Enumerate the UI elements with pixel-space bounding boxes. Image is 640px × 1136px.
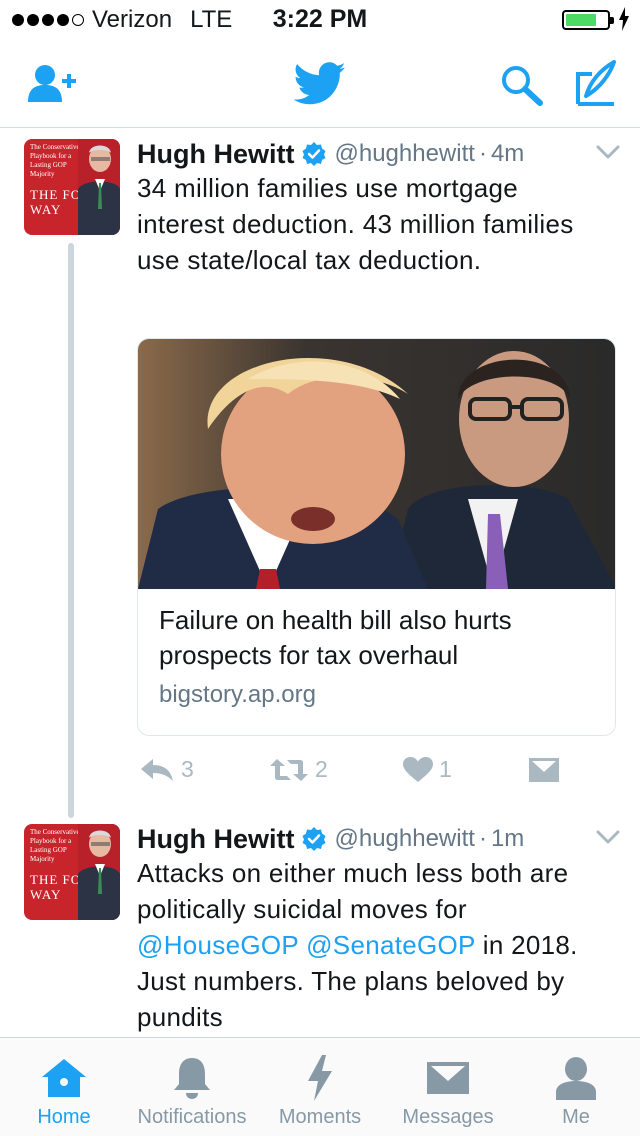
bottom-tab-bar: Home Notifications Moments Messages Me (0, 1037, 640, 1136)
thread-line (68, 243, 74, 818)
tab-label: Messages (402, 1106, 494, 1128)
tweet-timestamp[interactable]: 4m (491, 140, 524, 168)
tab-me[interactable]: Me (540, 1038, 612, 1136)
author-handle[interactable]: @hughhewitt (334, 825, 474, 853)
retweet-count: 2 (315, 756, 328, 782)
tweet-actions: 3 2 1 (137, 756, 617, 796)
retweet-icon (270, 758, 308, 781)
like-button[interactable]: 1 (403, 756, 452, 783)
reply-count: 3 (181, 756, 194, 782)
add-user-icon[interactable] (28, 64, 78, 104)
profile-icon (556, 1057, 596, 1100)
tweet[interactable]: The Conservative Playbook for a Lasting … (0, 813, 640, 1037)
home-icon (42, 1059, 86, 1097)
retweet-button[interactable]: 2 (269, 756, 328, 783)
tab-label: Home (37, 1106, 91, 1128)
search-icon[interactable] (500, 64, 544, 106)
author-photo (78, 139, 120, 235)
tweet-timestamp[interactable]: 1m (491, 825, 524, 853)
status-bar: Verizon LTE 3:22 PM (0, 0, 640, 40)
verified-badge-icon (302, 827, 326, 851)
tweet-text-part: Attacks on either much less both are pol… (137, 858, 569, 924)
tab-notifications[interactable]: Notifications (128, 1038, 256, 1136)
status-time: 3:22 PM (272, 5, 368, 33)
charging-bolt-icon (619, 7, 629, 31)
direct-message-button[interactable] (529, 758, 565, 782)
card-title: Failure on health bill also hurts prospe… (159, 605, 512, 670)
card-domain: bigstory.ap.org (159, 681, 316, 708)
author-name[interactable]: Hugh Hewitt (137, 824, 294, 855)
tweet-header: Hugh Hewitt @hughhewitt · 1m (137, 821, 620, 857)
tab-label: Moments (278, 1106, 362, 1128)
card-image (138, 339, 615, 589)
avatar[interactable]: The Conservative Playbook for a Lasting … (24, 139, 120, 235)
tweet-text: 34 million families use mortgage interes… (137, 173, 574, 275)
verified-badge-icon (302, 142, 326, 166)
twitter-bird-icon[interactable] (293, 62, 347, 106)
lightning-icon (308, 1055, 332, 1101)
mention-link[interactable]: @HouseGOP (137, 930, 299, 960)
separator-dot: · (478, 825, 487, 852)
compose-icon[interactable] (574, 60, 618, 106)
chevron-down-icon[interactable] (596, 144, 620, 160)
envelope-icon (427, 1062, 469, 1094)
link-card[interactable]: Failure on health bill also hurts prospe… (137, 338, 616, 736)
tweet[interactable]: The Conservative Playbook for a Lasting … (0, 128, 640, 818)
tab-label: Notifications (137, 1106, 247, 1128)
author-photo (78, 824, 120, 920)
separator-dot: · (478, 140, 487, 167)
tab-home[interactable]: Home (22, 1038, 106, 1136)
bell-icon (174, 1058, 210, 1099)
tab-moments[interactable]: Moments (272, 1038, 368, 1136)
reply-button[interactable]: 3 (139, 756, 194, 783)
tweet-header: Hugh Hewitt @hughhewitt · 4m (137, 136, 620, 172)
battery-icon (562, 10, 614, 30)
top-nav-bar (0, 40, 640, 128)
tab-label: Me (562, 1106, 590, 1128)
like-count: 1 (439, 756, 452, 782)
envelope-icon (529, 758, 559, 782)
heart-icon (403, 756, 433, 782)
avatar[interactable]: The Conservative Playbook for a Lasting … (24, 824, 120, 920)
tab-messages[interactable]: Messages (396, 1038, 500, 1136)
tweet-text: Attacks on either much less both are pol… (137, 855, 620, 1035)
author-handle[interactable]: @hughhewitt (334, 140, 474, 168)
author-name[interactable]: Hugh Hewitt (137, 139, 294, 170)
chevron-down-icon[interactable] (596, 829, 620, 845)
mention-link[interactable]: @SenateGOP (306, 930, 475, 960)
reply-icon (141, 758, 173, 781)
